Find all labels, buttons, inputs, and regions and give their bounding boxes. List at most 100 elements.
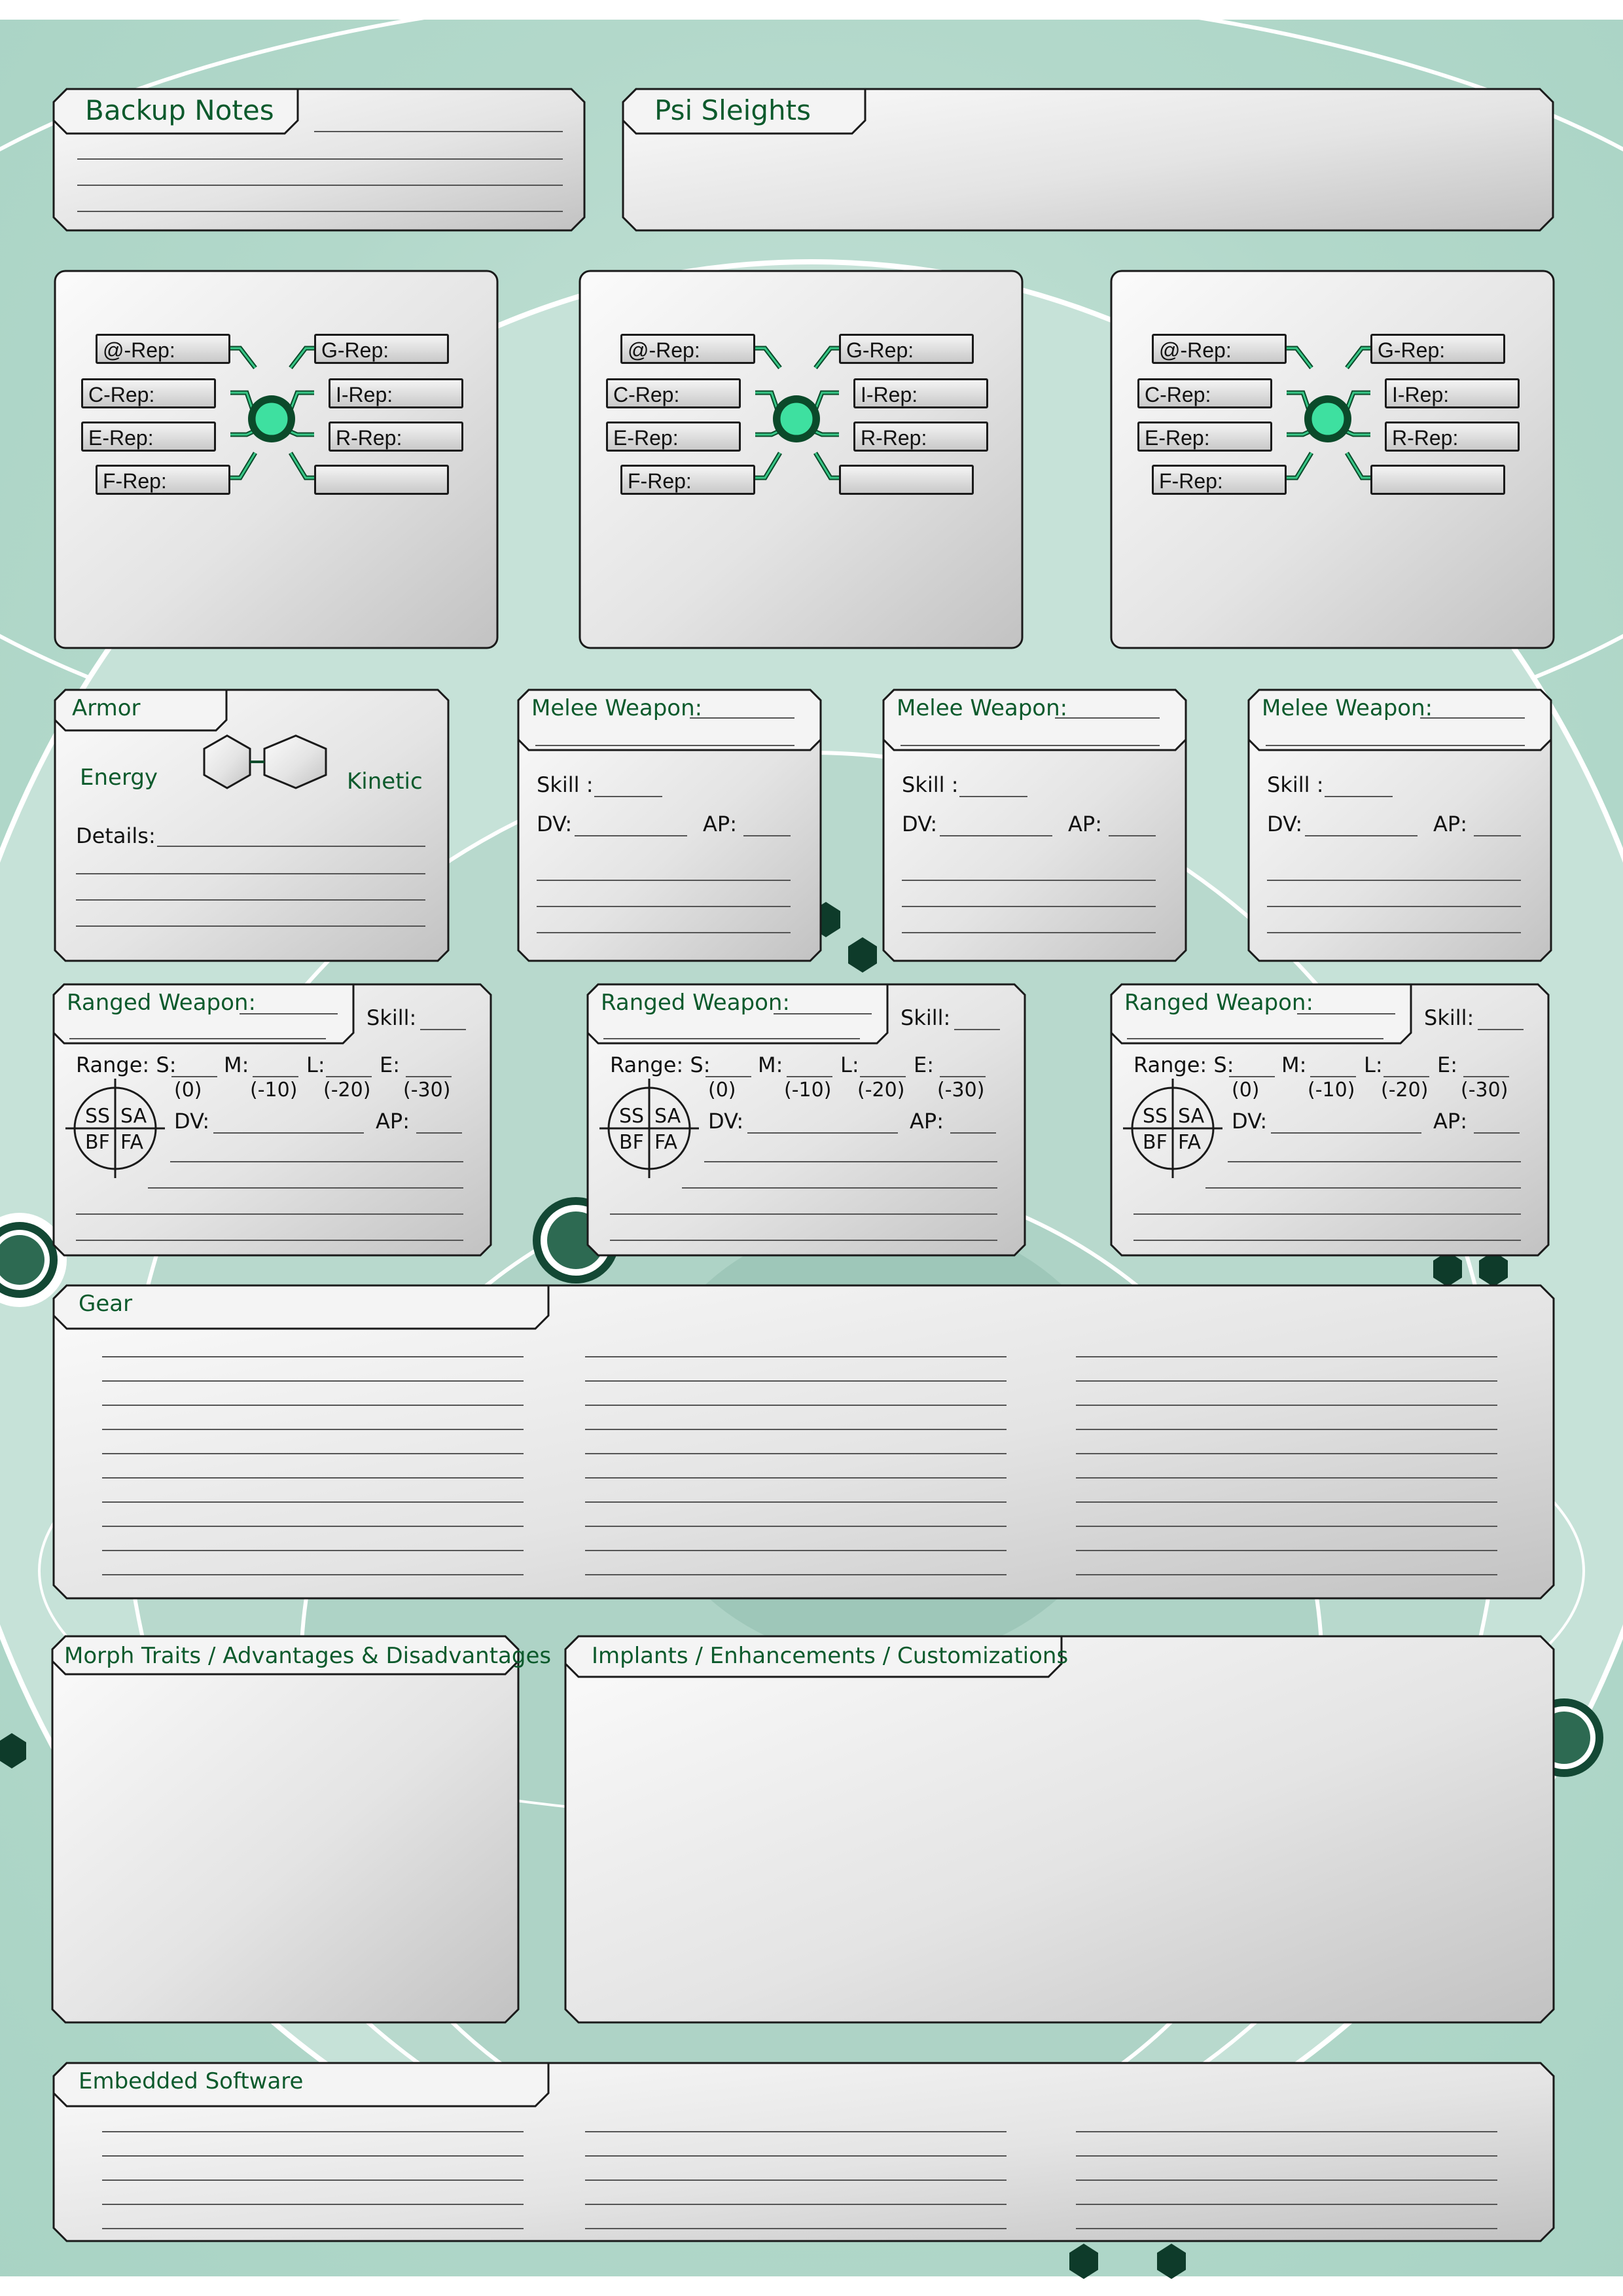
write-line[interactable] — [901, 745, 1160, 746]
write-line[interactable] — [860, 1076, 906, 1077]
r-rep-field[interactable]: R-Rep: — [329, 422, 463, 452]
write-line[interactable] — [148, 1187, 463, 1189]
c-rep-field[interactable]: C-Rep: — [606, 378, 741, 408]
e-rep-field[interactable]: E-Rep: — [606, 422, 741, 452]
at-rep-field[interactable]: @-Rep: — [620, 334, 755, 364]
custom-rep-field[interactable] — [1370, 465, 1505, 495]
write-line[interactable] — [76, 1240, 463, 1241]
i-rep-field[interactable]: I-Rep: — [329, 378, 463, 408]
write-line[interactable] — [690, 717, 794, 719]
write-line[interactable] — [171, 1076, 217, 1077]
write-line[interactable] — [76, 1213, 463, 1215]
write-line[interactable] — [1205, 1187, 1521, 1189]
write-line[interactable] — [1055, 717, 1160, 719]
write-line[interactable] — [1133, 1240, 1521, 1241]
fire-mode-fa[interactable]: FA — [120, 1131, 143, 1154]
write-line[interactable] — [157, 846, 425, 847]
g-rep-field[interactable]: G-Rep: — [1370, 334, 1505, 364]
write-line[interactable] — [1076, 1429, 1497, 1430]
write-line[interactable] — [704, 1161, 997, 1162]
fire-mode-fa[interactable]: FA — [654, 1131, 677, 1154]
c-rep-field[interactable]: C-Rep: — [1137, 378, 1272, 408]
write-line[interactable] — [585, 2155, 1007, 2157]
write-line[interactable] — [1325, 796, 1393, 797]
write-line[interactable] — [959, 796, 1027, 797]
fire-mode-bf[interactable]: BF — [85, 1131, 110, 1154]
e-rep-field[interactable]: E-Rep: — [1137, 422, 1272, 452]
write-line[interactable] — [1267, 932, 1521, 933]
write-line[interactable] — [1228, 1161, 1521, 1162]
write-line[interactable] — [705, 1076, 751, 1077]
r-rep-field[interactable]: R-Rep: — [1385, 422, 1520, 452]
f-rep-field[interactable]: F-Rep: — [1152, 465, 1287, 495]
write-line[interactable] — [1266, 745, 1525, 746]
write-line[interactable] — [585, 1501, 1007, 1503]
write-line[interactable] — [537, 880, 791, 881]
write-line[interactable] — [1076, 2155, 1497, 2157]
fire-mode-ss[interactable]: SS — [619, 1105, 644, 1128]
write-line[interactable] — [682, 1187, 997, 1189]
write-line[interactable] — [102, 2179, 524, 2181]
write-line[interactable] — [585, 1453, 1007, 1454]
write-line[interactable] — [1076, 1405, 1497, 1406]
write-line[interactable] — [102, 1477, 524, 1479]
write-line[interactable] — [406, 1076, 452, 1077]
write-line[interactable] — [585, 1429, 1007, 1430]
write-line[interactable] — [102, 1405, 524, 1406]
fire-mode-sa[interactable]: SA — [654, 1105, 681, 1128]
write-line[interactable] — [76, 925, 425, 927]
write-line[interactable] — [902, 932, 1156, 933]
c-rep-field[interactable]: C-Rep: — [81, 378, 216, 408]
write-line[interactable] — [102, 1501, 524, 1503]
write-line[interactable] — [1420, 717, 1525, 719]
write-line[interactable] — [940, 835, 1052, 836]
fire-mode-ss[interactable]: SS — [85, 1105, 110, 1128]
write-line[interactable] — [1076, 1380, 1497, 1382]
write-line[interactable] — [253, 1076, 298, 1077]
write-line[interactable] — [1310, 1076, 1356, 1077]
write-line[interactable] — [1297, 1013, 1395, 1014]
write-line[interactable] — [747, 1132, 898, 1134]
write-line[interactable] — [585, 2204, 1007, 2205]
write-line[interactable] — [585, 1574, 1007, 1575]
write-line[interactable] — [1076, 1550, 1497, 1551]
write-line[interactable] — [314, 131, 563, 132]
write-line[interactable] — [1076, 2204, 1497, 2205]
custom-rep-field[interactable] — [839, 465, 974, 495]
g-rep-field[interactable]: G-Rep: — [839, 334, 974, 364]
write-line[interactable] — [787, 1076, 832, 1077]
write-line[interactable] — [102, 1380, 524, 1382]
write-line[interactable] — [1463, 1076, 1509, 1077]
write-line[interactable] — [585, 1550, 1007, 1551]
write-line[interactable] — [1267, 906, 1521, 907]
write-line[interactable] — [537, 906, 791, 907]
write-line[interactable] — [610, 1213, 997, 1215]
write-line[interactable] — [102, 1526, 524, 1527]
write-line[interactable] — [950, 1132, 996, 1134]
write-line[interactable] — [326, 1076, 372, 1077]
g-rep-field[interactable]: G-Rep: — [314, 334, 449, 364]
f-rep-field[interactable]: F-Rep: — [96, 465, 230, 495]
write-line[interactable] — [170, 1161, 463, 1162]
write-line[interactable] — [213, 1132, 364, 1134]
write-line[interactable] — [575, 835, 687, 836]
write-line[interactable] — [585, 2228, 1007, 2229]
write-line[interactable] — [603, 1038, 860, 1039]
write-line[interactable] — [1076, 1501, 1497, 1503]
r-rep-field[interactable]: R-Rep: — [853, 422, 988, 452]
write-line[interactable] — [1076, 1526, 1497, 1527]
write-line[interactable] — [774, 1013, 872, 1014]
at-rep-field[interactable]: @-Rep: — [1152, 334, 1287, 364]
write-line[interactable] — [102, 1574, 524, 1575]
write-line[interactable] — [1474, 1132, 1520, 1134]
write-line[interactable] — [1076, 1453, 1497, 1454]
e-rep-field[interactable]: E-Rep: — [81, 422, 216, 452]
write-line[interactable] — [1127, 1038, 1383, 1039]
write-line[interactable] — [1229, 1076, 1275, 1077]
write-line[interactable] — [585, 2131, 1007, 2132]
write-line[interactable] — [585, 1356, 1007, 1357]
write-line[interactable] — [1478, 1029, 1524, 1030]
fire-mode-fa[interactable]: FA — [1178, 1131, 1201, 1154]
write-line[interactable] — [77, 185, 563, 186]
write-line[interactable] — [77, 158, 563, 160]
